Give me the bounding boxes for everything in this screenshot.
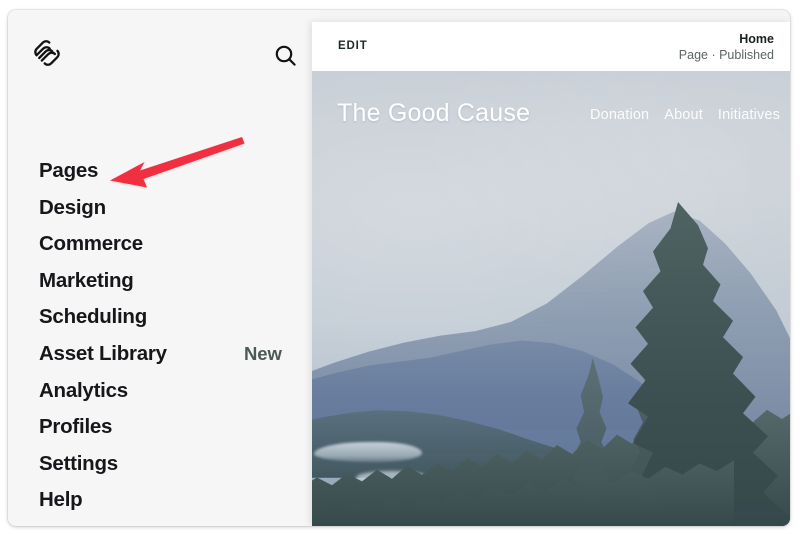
screenshot-root: Pages Design Commerce Marketing Scheduli… (0, 0, 800, 534)
sidebar-item-label: Scheduling (39, 305, 147, 329)
sidebar-item-label: Commerce (39, 232, 143, 256)
squarespace-logo-icon[interactable] (30, 36, 64, 70)
sidebar-header (8, 10, 320, 86)
sidebar-item-settings[interactable]: Settings (8, 446, 320, 483)
edit-button[interactable]: EDIT (338, 40, 368, 53)
sidebar-item-commerce[interactable]: Commerce (8, 226, 320, 263)
sidebar-item-label: Settings (39, 451, 118, 475)
site-title: The Good Cause (337, 99, 531, 127)
sidebar-item-help[interactable]: Help (8, 482, 320, 519)
sidebar-item-label: Design (39, 195, 106, 219)
sidebar-item-marketing[interactable]: Marketing (8, 263, 320, 300)
sidebar: Pages Design Commerce Marketing Scheduli… (8, 10, 320, 526)
sidebar-item-label: Profiles (39, 415, 113, 439)
sidebar-item-label: Analytics (39, 378, 128, 402)
site-nav-links: Donation About Initiatives (590, 108, 780, 123)
app-window: Pages Design Commerce Marketing Scheduli… (8, 10, 790, 526)
site-preview-panel: EDIT Home Page · Published The Good Caus… (312, 22, 790, 526)
sidebar-item-asset-library[interactable]: Asset Library New (8, 336, 320, 373)
hero-lake (314, 442, 422, 462)
search-icon[interactable] (270, 40, 302, 72)
sidebar-item-label: Asset Library (39, 342, 167, 366)
site-header: The Good Cause Donation About Initiative… (312, 71, 790, 171)
page-meta: Home Page · Published (679, 32, 774, 63)
site-nav-link-donation[interactable]: Donation (590, 108, 649, 123)
status-badge-new: New (244, 343, 282, 365)
page-title: Home (739, 32, 774, 46)
page-status: Page · Published (678, 48, 774, 62)
site-hero-image: The Good Cause Donation About Initiative… (312, 71, 790, 526)
sidebar-item-profiles[interactable]: Profiles (8, 409, 320, 446)
sidebar-item-label: Help (39, 488, 83, 512)
sidebar-item-label: Marketing (39, 268, 134, 292)
preview-scrollbar[interactable] (786, 71, 790, 526)
sidebar-item-pages[interactable]: Pages (8, 153, 320, 190)
sidebar-nav-list: Pages Design Commerce Marketing Scheduli… (8, 153, 320, 519)
site-nav-link-initiatives[interactable]: Initiatives (718, 108, 780, 123)
sidebar-item-analytics[interactable]: Analytics (8, 373, 320, 410)
site-nav-link-about[interactable]: About (664, 108, 703, 123)
sidebar-item-label: Pages (39, 159, 99, 183)
sidebar-item-design[interactable]: Design (8, 190, 320, 227)
sidebar-item-scheduling[interactable]: Scheduling (8, 299, 320, 336)
preview-toolbar: EDIT Home Page · Published (312, 22, 790, 71)
